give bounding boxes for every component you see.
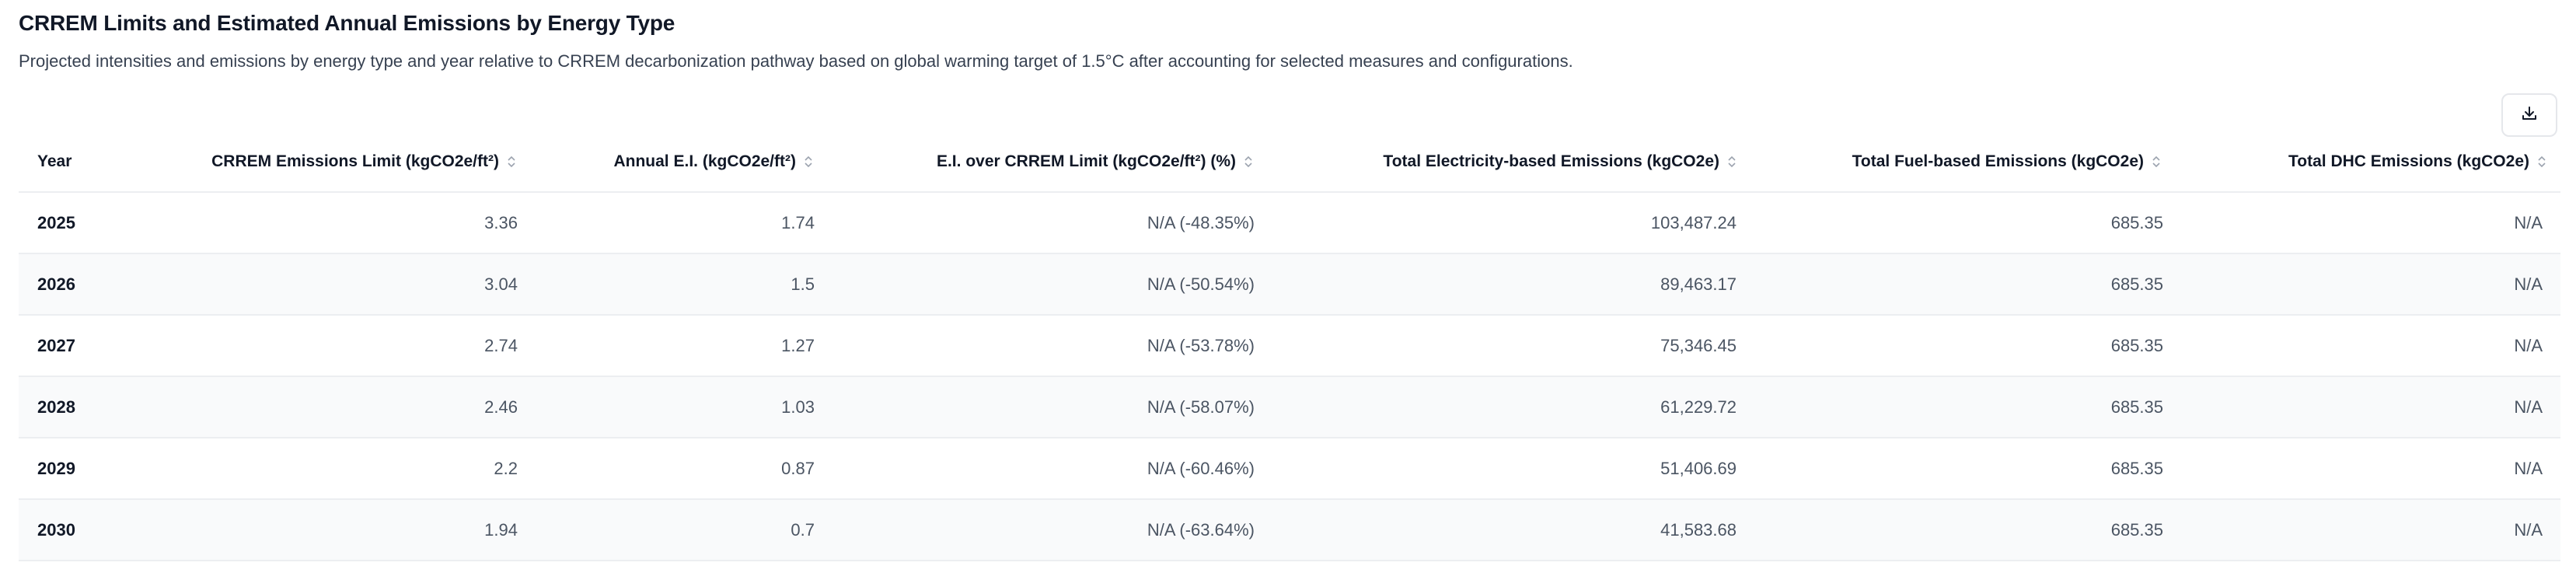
- table-header-row: Year CRREM Emissions Limit (kgCO2e/ft²) …: [19, 132, 2560, 193]
- cell-year: 2028: [37, 397, 75, 417]
- cell-dhc-emissions: N/A: [2514, 335, 2543, 355]
- column-header-crrem-limit[interactable]: CRREM Emissions Limit (kgCO2e/ft²): [211, 132, 516, 191]
- column-header-dhc-emissions[interactable]: Total DHC Emissions (kgCO2e): [2288, 132, 2546, 191]
- table-row: 2030 1.94 0.7 N/A (-63.64%) 41,583.68 68…: [19, 500, 2560, 561]
- cell-crrem-limit: 3.36: [484, 212, 518, 232]
- cell-ei-over-limit: N/A (-63.64%): [1147, 519, 1255, 540]
- cell-electricity-emissions: 61,229.72: [1660, 397, 1737, 417]
- cell-ei-over-limit: N/A (-48.35%): [1147, 212, 1255, 232]
- cell-dhc-emissions: N/A: [2514, 397, 2543, 417]
- cell-crrem-limit: 3.04: [484, 274, 518, 294]
- cell-fuel-emissions: 685.35: [2110, 458, 2163, 478]
- cell-year: 2025: [37, 212, 75, 232]
- cell-fuel-emissions: 685.35: [2110, 335, 2163, 355]
- cell-year: 2029: [37, 458, 75, 478]
- sort-icon[interactable]: [2152, 154, 2161, 169]
- cell-dhc-emissions: N/A: [2514, 519, 2543, 540]
- cell-crrem-limit: 2.46: [484, 397, 518, 417]
- cell-annual-ei: 1.74: [781, 212, 815, 232]
- cell-year: 2030: [37, 519, 75, 540]
- column-header-annual-ei[interactable]: Annual E.I. (kgCO2e/ft²): [613, 132, 813, 191]
- cell-ei-over-limit: N/A (-58.07%): [1147, 397, 1255, 417]
- cell-year: 2026: [37, 274, 75, 294]
- cell-electricity-emissions: 41,583.68: [1660, 519, 1737, 540]
- sort-icon[interactable]: [507, 154, 516, 169]
- cell-electricity-emissions: 51,406.69: [1660, 458, 1737, 478]
- cell-annual-ei: 0.87: [781, 458, 815, 478]
- cell-annual-ei: 1.03: [781, 397, 815, 417]
- table-row: 2027 2.74 1.27 N/A (-53.78%) 75,346.45 6…: [19, 316, 2560, 377]
- sort-icon[interactable]: [1244, 154, 1253, 169]
- column-header-electricity-emissions[interactable]: Total Electricity-based Emissions (kgCO2…: [1383, 132, 1737, 191]
- column-header-label: E.I. over CRREM Limit (kgCO2e/ft²) (%): [936, 152, 1236, 170]
- emissions-table: Year CRREM Emissions Limit (kgCO2e/ft²) …: [19, 132, 2560, 561]
- sort-icon[interactable]: [804, 154, 813, 169]
- table-row: 2029 2.2 0.87 N/A (-60.46%) 51,406.69 68…: [19, 438, 2560, 500]
- emissions-panel: CRREM Limits and Estimated Annual Emissi…: [0, 0, 2576, 566]
- column-header-label: Total Fuel-based Emissions (kgCO2e): [1852, 152, 2144, 170]
- table-row: 2026 3.04 1.5 N/A (-50.54%) 89,463.17 68…: [19, 254, 2560, 316]
- cell-fuel-emissions: 685.35: [2110, 274, 2163, 294]
- cell-electricity-emissions: 103,487.24: [1650, 212, 1737, 232]
- cell-electricity-emissions: 89,463.17: [1660, 274, 1737, 294]
- table-row: 2025 3.36 1.74 N/A (-48.35%) 103,487.24 …: [19, 193, 2560, 254]
- column-header-fuel-emissions[interactable]: Total Fuel-based Emissions (kgCO2e): [1852, 132, 2161, 191]
- cell-year: 2027: [37, 335, 75, 355]
- download-icon: [2520, 104, 2539, 127]
- cell-fuel-emissions: 685.35: [2110, 212, 2163, 232]
- table-row: 2028 2.46 1.03 N/A (-58.07%) 61,229.72 6…: [19, 377, 2560, 438]
- column-header-label: CRREM Emissions Limit (kgCO2e/ft²): [211, 152, 499, 170]
- page-title: CRREM Limits and Estimated Annual Emissi…: [19, 11, 675, 35]
- download-button[interactable]: [2501, 93, 2557, 137]
- column-header-ei-over-limit[interactable]: E.I. over CRREM Limit (kgCO2e/ft²) (%): [937, 132, 1253, 191]
- page-subtitle: Projected intensities and emissions by e…: [19, 51, 1573, 71]
- cell-ei-over-limit: N/A (-50.54%): [1147, 274, 1255, 294]
- cell-dhc-emissions: N/A: [2514, 274, 2543, 294]
- cell-dhc-emissions: N/A: [2514, 458, 2543, 478]
- cell-annual-ei: 0.7: [791, 519, 815, 540]
- cell-crrem-limit: 2.74: [484, 335, 518, 355]
- column-header-year[interactable]: Year: [37, 132, 72, 191]
- sort-icon[interactable]: [2537, 154, 2546, 169]
- column-header-label: Total Electricity-based Emissions (kgCO2…: [1383, 152, 1719, 170]
- sort-icon[interactable]: [1727, 154, 1737, 169]
- column-header-label: Annual E.I. (kgCO2e/ft²): [613, 152, 796, 170]
- cell-crrem-limit: 2.2: [494, 458, 518, 478]
- cell-annual-ei: 1.5: [791, 274, 815, 294]
- cell-dhc-emissions: N/A: [2514, 212, 2543, 232]
- cell-annual-ei: 1.27: [781, 335, 815, 355]
- column-header-label: Total DHC Emissions (kgCO2e): [2288, 152, 2529, 170]
- cell-electricity-emissions: 75,346.45: [1660, 335, 1737, 355]
- cell-ei-over-limit: N/A (-53.78%): [1147, 335, 1255, 355]
- cell-ei-over-limit: N/A (-60.46%): [1147, 458, 1255, 478]
- cell-fuel-emissions: 685.35: [2110, 519, 2163, 540]
- cell-fuel-emissions: 685.35: [2110, 397, 2163, 417]
- cell-crrem-limit: 1.94: [484, 519, 518, 540]
